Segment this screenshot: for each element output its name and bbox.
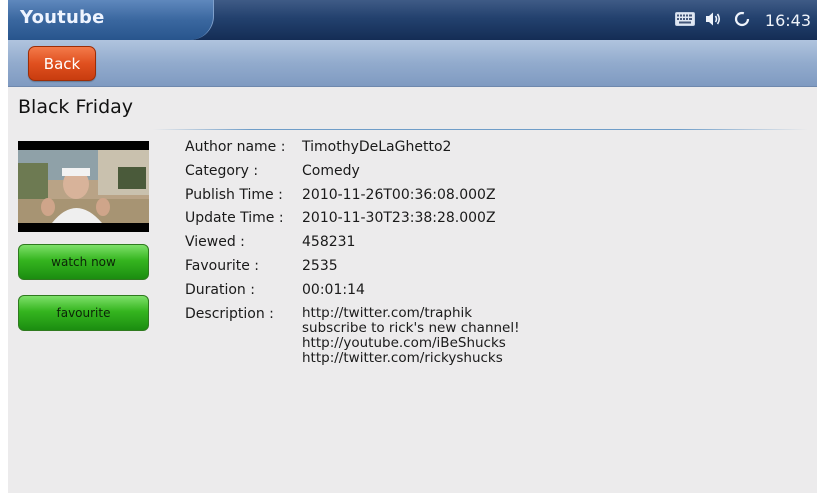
status-area: 16:43 bbox=[674, 0, 817, 40]
toolbar bbox=[8, 40, 817, 87]
favourite-label: Favourite : bbox=[185, 258, 259, 274]
sync-icon[interactable] bbox=[733, 10, 751, 31]
category-label: Category : bbox=[185, 163, 259, 179]
back-button[interactable]: Back bbox=[28, 46, 96, 81]
description-text: http://twitter.com/traphik subscribe to … bbox=[302, 306, 520, 366]
viewed-label: Viewed : bbox=[185, 234, 245, 250]
screen: Youtube 16:43 Back Black Friday watch no… bbox=[8, 0, 817, 493]
duration-label: Duration : bbox=[185, 282, 255, 298]
keyboard-icon[interactable] bbox=[674, 11, 695, 29]
description-line[interactable]: http://twitter.com/rickyshucks bbox=[302, 351, 520, 366]
author-value: TimothyDeLaGhetto2 bbox=[302, 139, 452, 155]
favourite-button[interactable]: favourite bbox=[18, 295, 149, 331]
video-thumbnail[interactable] bbox=[18, 141, 149, 232]
category-value: Comedy bbox=[302, 163, 360, 179]
update-time-value: 2010-11-30T23:38:28.000Z bbox=[302, 210, 496, 226]
app-title: Youtube bbox=[20, 7, 105, 28]
volume-icon[interactable] bbox=[705, 11, 723, 30]
publish-time-label: Publish Time : bbox=[185, 187, 283, 203]
author-label: Author name : bbox=[185, 139, 286, 155]
description-label: Description : bbox=[185, 306, 274, 322]
watch-now-button[interactable]: watch now bbox=[18, 244, 149, 280]
duration-value: 00:01:14 bbox=[302, 282, 365, 298]
viewed-value: 458231 bbox=[302, 234, 356, 250]
publish-time-value: 2010-11-26T00:36:08.000Z bbox=[302, 187, 496, 203]
description-line[interactable]: http://twitter.com/traphik bbox=[302, 306, 520, 321]
favourite-value: 2535 bbox=[302, 258, 338, 274]
description-line[interactable]: http://youtube.com/iBeShucks bbox=[302, 336, 520, 351]
status-bar: Youtube 16:43 bbox=[8, 0, 817, 40]
clock: 16:43 bbox=[764, 10, 811, 30]
update-time-label: Update Time : bbox=[185, 210, 284, 226]
app-tab: Youtube bbox=[8, 0, 214, 40]
description-line: subscribe to rick's new channel! bbox=[302, 320, 520, 336]
divider bbox=[153, 129, 808, 130]
page-title: Black Friday bbox=[18, 96, 134, 118]
